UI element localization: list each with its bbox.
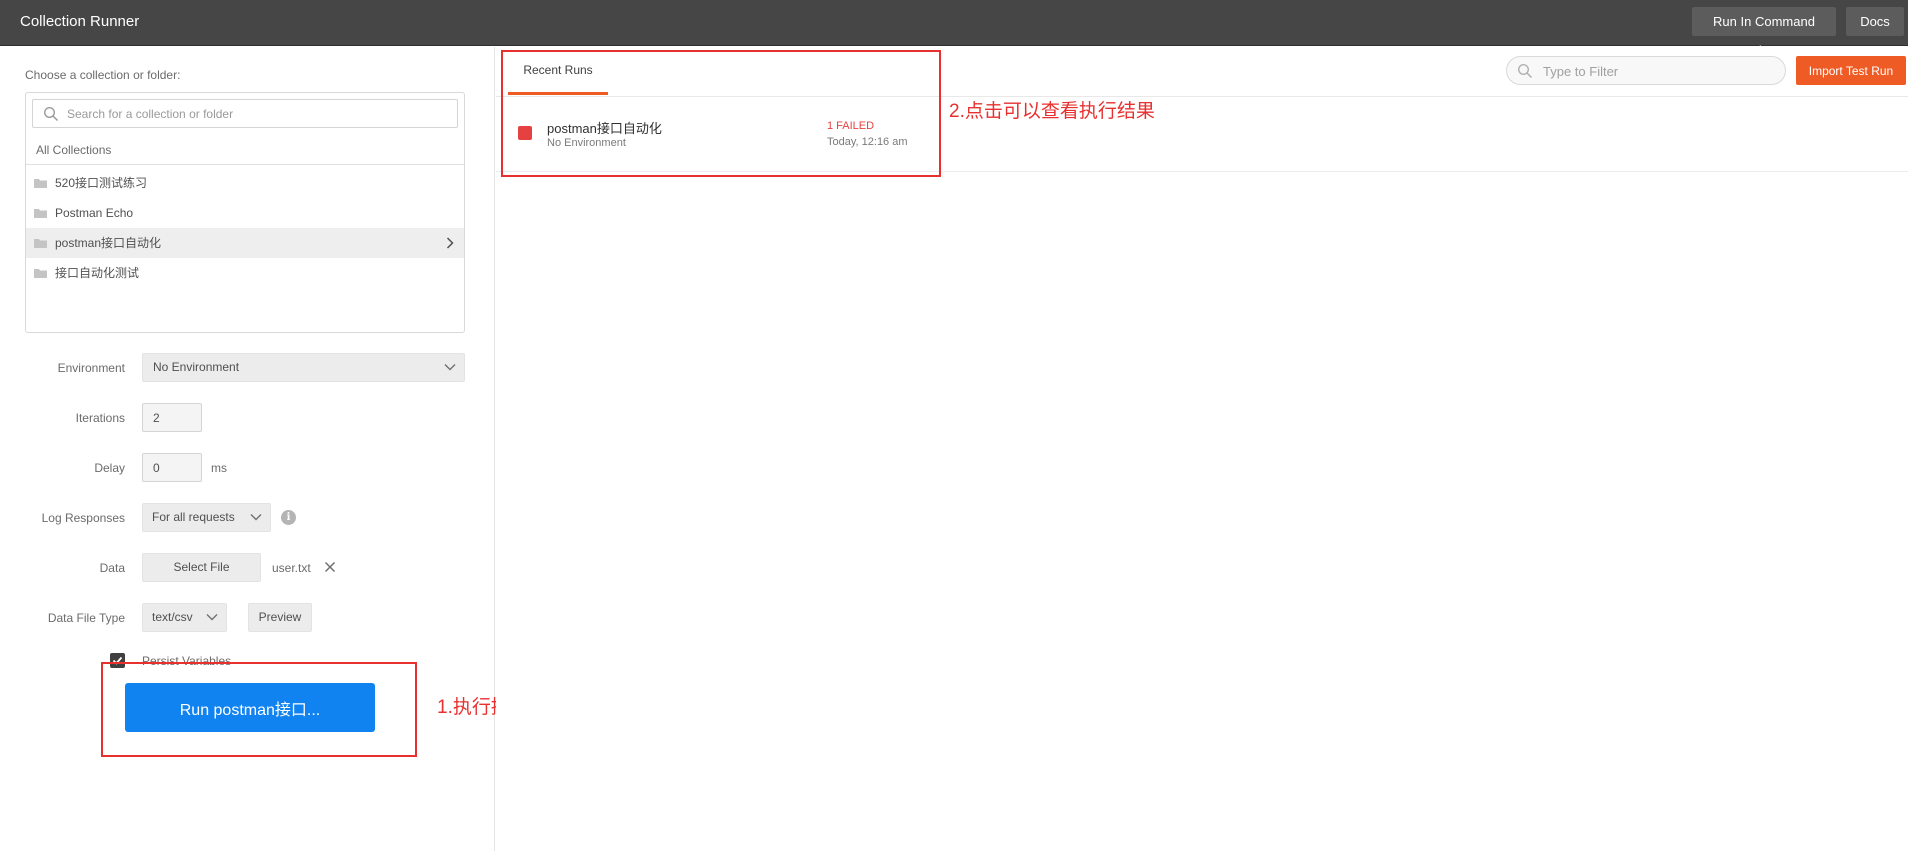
collection-item-selected[interactable]: postman接口自动化	[26, 228, 464, 258]
collection-item[interactable]: 接口自动化测试	[26, 258, 464, 288]
chevron-down-icon	[206, 614, 218, 621]
environment-label: Environment	[57, 361, 125, 375]
data-file-type-row: Data File Type text/csv Preview	[0, 603, 495, 633]
delay-unit: ms	[211, 461, 227, 475]
collection-search-input[interactable]	[67, 104, 447, 124]
top-bar: Collection Runner Run In Command Line Do…	[0, 0, 1908, 58]
info-icon[interactable]: i	[281, 510, 296, 525]
preview-button[interactable]: Preview	[248, 603, 312, 632]
folder-icon	[34, 239, 47, 248]
log-responses-label: Log Responses	[41, 511, 125, 525]
close-icon[interactable]	[324, 561, 336, 573]
environment-select[interactable]: No Environment	[142, 353, 465, 382]
data-label: Data	[99, 561, 125, 575]
collection-item-label: Postman Echo	[55, 206, 134, 220]
collection-item[interactable]: 520接口测试练习	[26, 168, 464, 198]
choose-collection-label: Choose a collection or folder:	[25, 68, 181, 82]
chevron-right-icon[interactable]	[446, 237, 454, 249]
recent-runs-annotation-box	[501, 50, 941, 177]
delay-label: Delay	[94, 461, 125, 475]
delay-input[interactable]	[142, 453, 202, 482]
app-title: Collection Runner	[20, 13, 140, 30]
data-file-type-value: text/csv	[152, 610, 193, 624]
all-collections-breadcrumb[interactable]: All Collections	[26, 135, 464, 165]
collection-item[interactable]: Postman Echo	[26, 198, 464, 228]
docs-button[interactable]: Docs	[1846, 7, 1904, 36]
data-row: Data Select File user.txt	[0, 553, 495, 583]
run-in-command-line-button[interactable]: Run In Command Line	[1692, 7, 1836, 58]
iterations-input[interactable]	[142, 403, 202, 432]
filter-input[interactable]	[1543, 61, 1773, 81]
collection-search-box[interactable]	[32, 99, 458, 128]
delay-row: Delay ms	[0, 453, 495, 483]
collection-item-label: 520接口测试练习	[55, 176, 148, 190]
filter-box[interactable]	[1506, 56, 1786, 85]
folder-icon	[34, 269, 47, 278]
environment-value: No Environment	[153, 360, 240, 374]
folder-icon	[34, 179, 47, 188]
environment-row: Environment No Environment	[0, 353, 495, 383]
log-responses-value: For all requests	[152, 510, 235, 524]
chevron-down-icon	[250, 514, 262, 521]
data-file-type-label: Data File Type	[47, 611, 125, 625]
chevron-down-icon	[444, 364, 456, 371]
folder-icon	[34, 209, 47, 218]
collection-list: 520接口测试练习 Postman Echo postman接口自动化 接口自动…	[26, 168, 464, 288]
select-file-button[interactable]: Select File	[142, 553, 261, 582]
data-file-name: user.txt	[272, 561, 311, 575]
data-file-type-select[interactable]: text/csv	[142, 603, 227, 632]
iterations-row: Iterations	[0, 403, 495, 433]
iterations-label: Iterations	[75, 411, 125, 425]
collection-item-label: 接口自动化测试	[55, 266, 140, 280]
import-test-run-button[interactable]: Import Test Run	[1796, 56, 1906, 85]
collection-item-label: postman接口自动化	[55, 236, 162, 250]
search-icon	[43, 106, 59, 122]
collection-picker: All Collections 520接口测试练习 Postman Echo p…	[25, 92, 465, 333]
recent-runs-annotation-text: 2.点击可以查看执行结果	[949, 101, 1155, 122]
log-responses-row: Log Responses For all requests i	[0, 503, 495, 533]
run-collection-button[interactable]: Run postman接口...	[125, 683, 375, 732]
log-responses-select[interactable]: For all requests	[142, 503, 271, 532]
search-icon	[1517, 63, 1533, 79]
